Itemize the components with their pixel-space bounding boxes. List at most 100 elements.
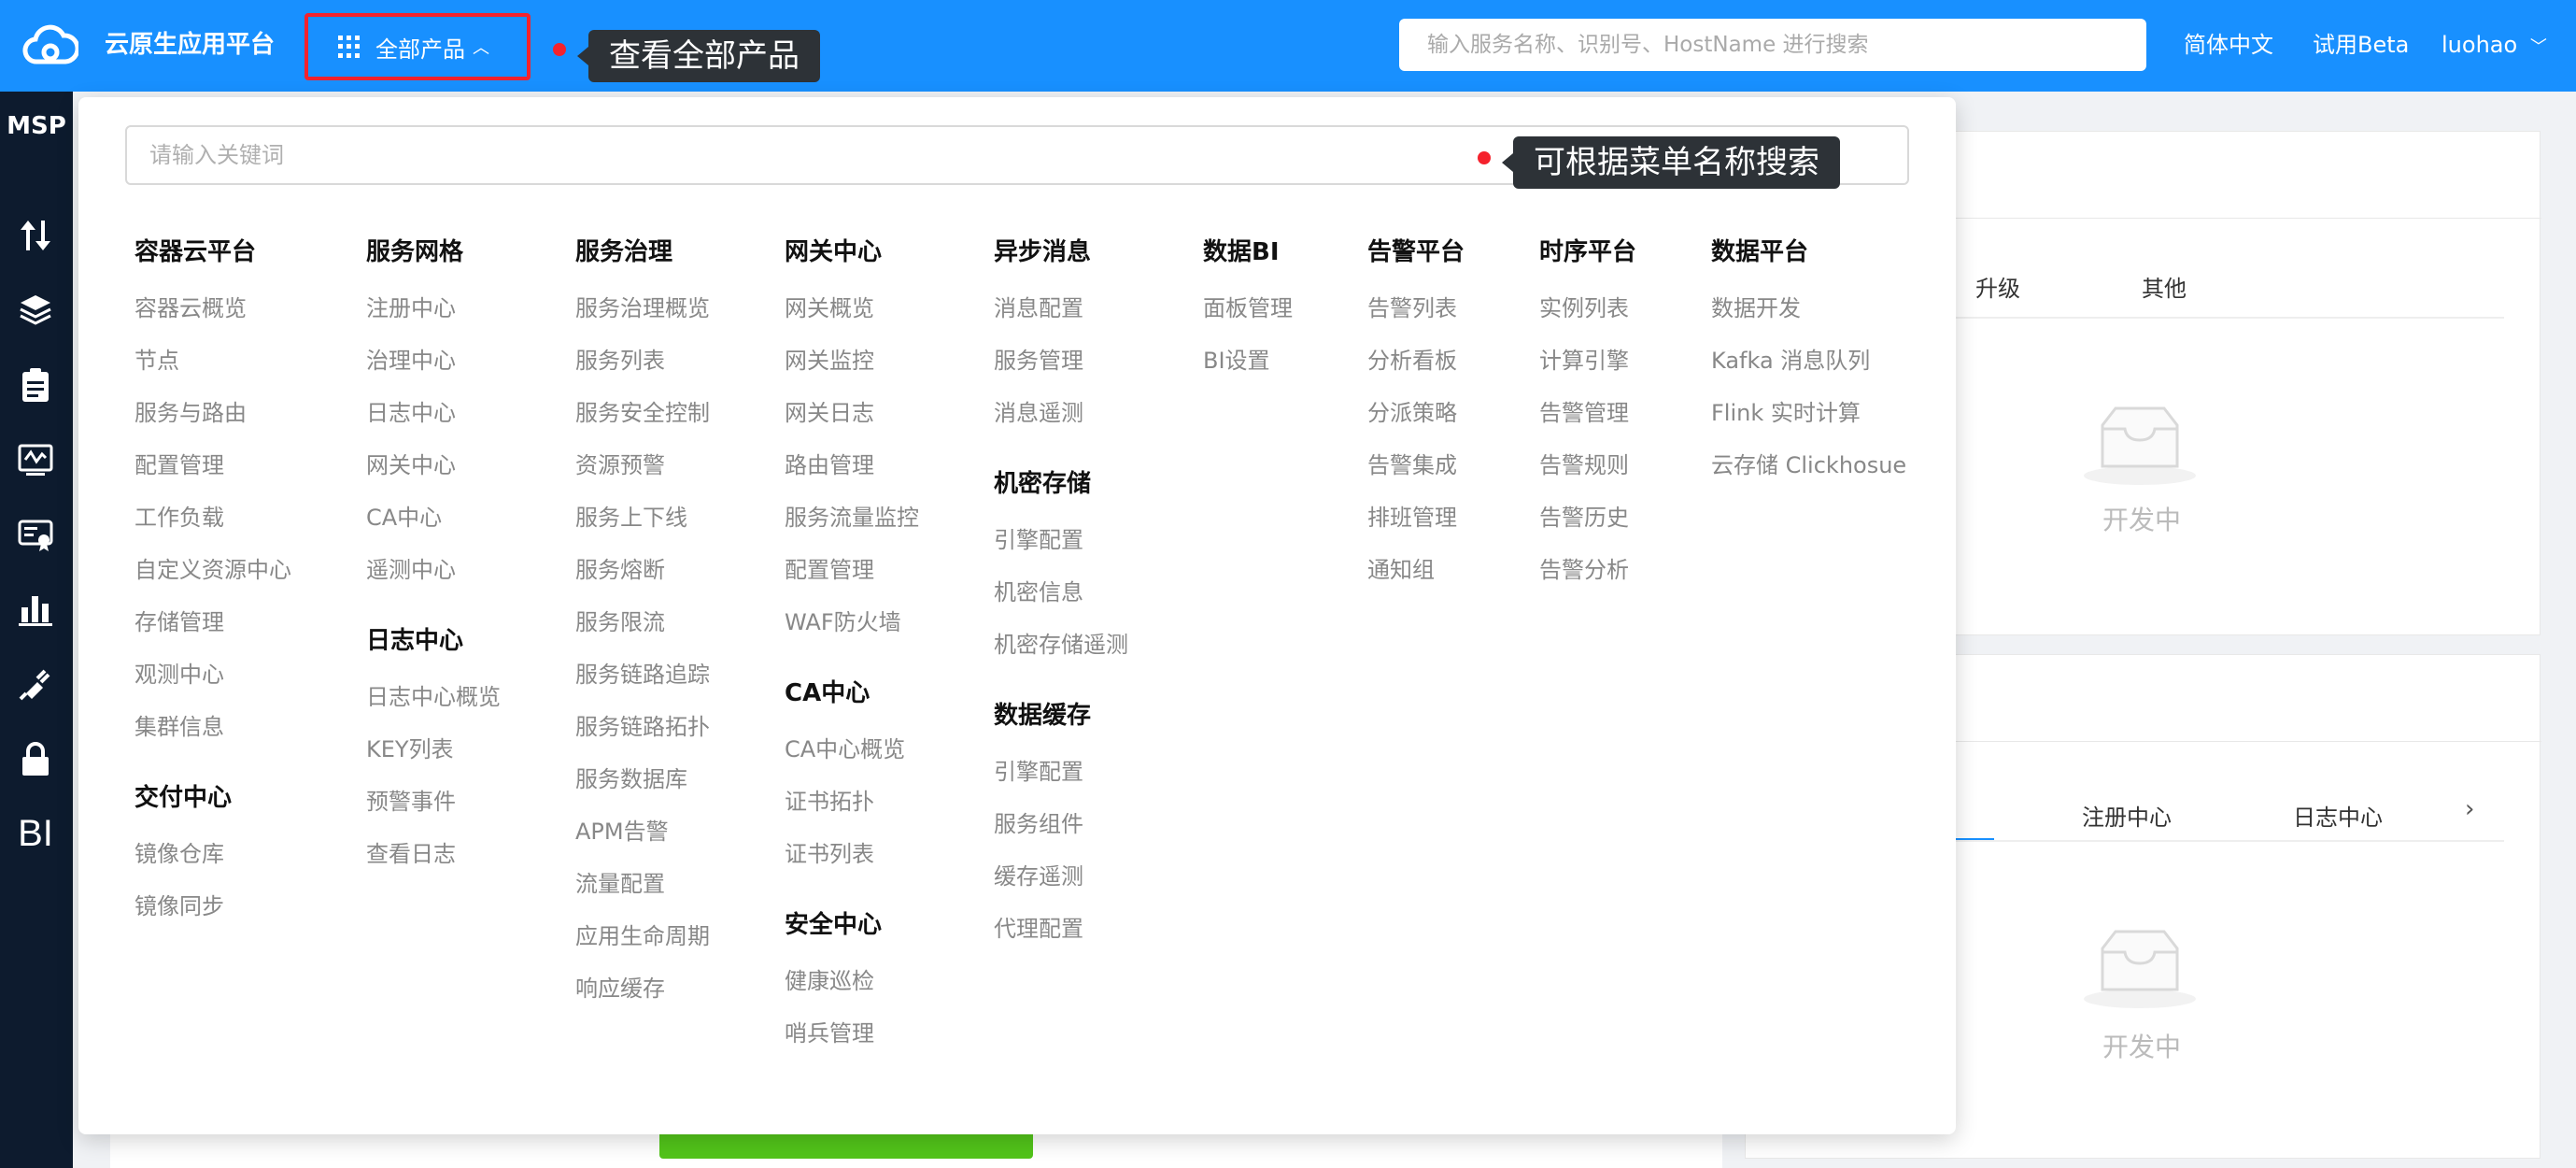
menu-item[interactable]: 哨兵管理 [785,1007,882,1060]
menu-item[interactable]: 缓存遥测 [994,850,1091,903]
menu-item[interactable]: 服务熔断 [575,544,710,596]
menu-item[interactable]: 预警事件 [366,776,501,828]
menu-item[interactable]: 引擎配置 [994,514,1128,566]
menu-item[interactable]: 告警规则 [1539,439,1636,491]
menu-item[interactable]: 集群信息 [134,701,291,753]
menu-item[interactable]: 服务列表 [575,335,710,387]
menu-item[interactable]: 数据开发 [1711,282,1906,335]
menu-item[interactable]: 节点 [134,335,291,387]
menu-item[interactable]: 观测中心 [134,648,291,701]
menu-item[interactable]: 消息配置 [994,282,1091,335]
menu-item[interactable]: 服务与路由 [134,387,291,439]
language-switch[interactable]: 简体中文 [2184,28,2273,62]
menu-item[interactable]: 云存储 Clickhosue [1711,439,1906,491]
layers-icon[interactable] [9,284,62,336]
all-products-button[interactable]: 全部产品 ︿ [304,13,531,80]
menu-item[interactable]: KEY列表 [366,723,501,776]
menu-item[interactable]: 代理配置 [994,903,1091,955]
menu-item[interactable]: BI设置 [1203,335,1293,387]
global-search-input[interactable] [1399,19,2146,71]
tab-log-center[interactable]: 日志中心 [2293,799,2383,832]
empty-text: 开发中 [2102,1032,2182,1062]
menu-item[interactable]: 健康巡检 [785,955,882,1007]
clipboard-icon[interactable] [9,359,62,411]
callout-all-products: 查看全部产品 [577,30,820,82]
user-menu[interactable]: luohao ﹀ [2442,28,2547,64]
menu-item[interactable]: 机密存储遥测 [994,619,1128,671]
sidebar-brand[interactable]: MSP [0,112,73,140]
menu-item[interactable]: 面板管理 [1203,282,1293,335]
menu-item[interactable]: APM告警 [575,805,710,858]
bi-icon[interactable]: BI [9,807,62,860]
menu-item[interactable]: 机密信息 [994,566,1128,619]
menu-item[interactable]: 分派策略 [1367,387,1465,439]
menu-item[interactable]: 服务链路拓扑 [575,701,710,753]
menu-item[interactable]: 告警列表 [1367,282,1465,335]
menu-item[interactable]: 日志中心 [366,387,463,439]
menu-group: 容器云平台 容器云概览 节点 服务与路由 配置管理 工作负载 自定义资源中心 存储管理 观测中心… [134,234,291,753]
menu-item[interactable]: 容器云概览 [134,282,291,335]
menu-item[interactable]: 排班管理 [1367,491,1465,544]
menu-item[interactable]: 应用生命周期 [575,910,710,962]
menu-item[interactable]: 证书列表 [785,828,905,880]
menu-item[interactable]: CA中心概览 [785,723,905,776]
menu-item[interactable]: 告警集成 [1367,439,1465,491]
certificate-icon[interactable] [9,508,62,561]
menu-item[interactable]: Kafka 消息队列 [1711,335,1906,387]
menu-item[interactable]: 服务组件 [994,798,1091,850]
menu-item[interactable]: 镜像同步 [134,880,232,933]
sort-icon[interactable] [9,209,62,262]
menu-item[interactable]: 资源预警 [575,439,710,491]
menu-item[interactable]: 配置管理 [785,544,919,596]
menu-item[interactable]: 镜像仓库 [134,828,232,880]
menu-item[interactable]: 服务限流 [575,596,710,648]
menu-item[interactable]: 服务安全控制 [575,387,710,439]
menu-item[interactable]: 告警历史 [1539,491,1636,544]
menu-item[interactable]: 服务治理概览 [575,282,710,335]
menu-item[interactable]: 工作负载 [134,491,291,544]
menu-item[interactable]: 计算引擎 [1539,335,1636,387]
beta-link[interactable]: 试用Beta [2313,28,2409,62]
menu-item[interactable]: 网关监控 [785,335,919,387]
menu-item[interactable]: 自定义资源中心 [134,544,291,596]
bar-chart-icon[interactable] [9,583,62,635]
menu-item[interactable]: 网关概览 [785,282,919,335]
menu-item[interactable]: 消息遥测 [994,387,1091,439]
menu-item[interactable]: 日志中心概览 [366,671,501,723]
plug-icon[interactable] [9,658,62,710]
menu-item[interactable]: 治理中心 [366,335,463,387]
menu-item[interactable]: 流量配置 [575,858,710,910]
platform-title[interactable]: 云原生应用平台 [105,28,275,62]
lock-icon[interactable] [9,733,62,785]
menu-item[interactable]: 告警分析 [1539,544,1636,596]
menu-item[interactable]: 服务上下线 [575,491,710,544]
monitor-icon[interactable] [9,434,62,486]
menu-item[interactable]: 服务数据库 [575,753,710,805]
menu-item[interactable]: 配置管理 [134,439,291,491]
menu-item[interactable]: 遥测中心 [366,544,463,596]
tab-registry[interactable]: 注册中心 [2082,799,2172,832]
menu-item[interactable]: 分析看板 [1367,335,1465,387]
tab-other[interactable]: 其他 [2142,270,2187,303]
menu-item[interactable]: 服务流量监控 [785,491,919,544]
menu-item[interactable]: 注册中心 [366,282,463,335]
menu-item[interactable]: 网关日志 [785,387,919,439]
menu-item[interactable]: 告警管理 [1539,387,1636,439]
cloud-logo-icon[interactable] [22,22,78,69]
tab-upgrade[interactable]: 升级 [1975,270,2020,303]
menu-item[interactable]: 路由管理 [785,439,919,491]
chevron-right-icon[interactable]: › [2465,795,2474,823]
menu-item[interactable]: 服务管理 [994,335,1091,387]
menu-item[interactable]: 证书拓扑 [785,776,905,828]
menu-item[interactable]: Flink 实时计算 [1711,387,1906,439]
menu-item[interactable]: 查看日志 [366,828,501,880]
menu-item[interactable]: 通知组 [1367,544,1465,596]
menu-item[interactable]: 引擎配置 [994,746,1091,798]
menu-item[interactable]: CA中心 [366,491,463,544]
menu-item[interactable]: 存储管理 [134,596,291,648]
menu-item[interactable]: 实例列表 [1539,282,1636,335]
menu-item[interactable]: 服务链路追踪 [575,648,710,701]
menu-item[interactable]: WAF防火墙 [785,596,919,648]
menu-item[interactable]: 网关中心 [366,439,463,491]
menu-item[interactable]: 响应缓存 [575,962,710,1015]
